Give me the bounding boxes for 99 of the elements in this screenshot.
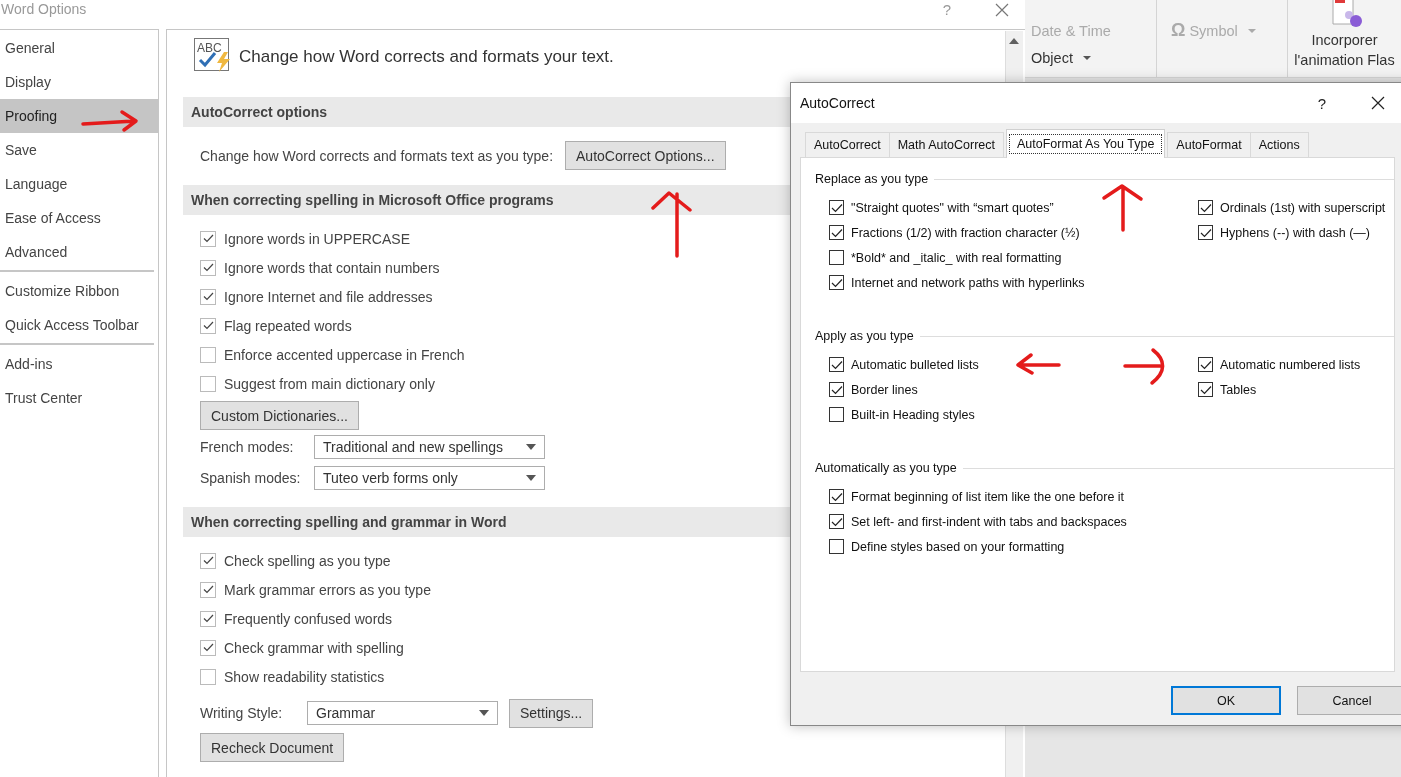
checkbox-label: Automatic numbered lists [1220, 357, 1361, 372]
dropdown-label: Spanish modes: [200, 470, 302, 486]
help-button[interactable]: ? [1317, 94, 1326, 112]
checkbox[interactable] [829, 250, 844, 265]
checkbox-label: Flag repeated words [224, 317, 352, 334]
checkbox[interactable] [1198, 200, 1213, 215]
tab[interactable]: AutoCorrect [805, 132, 890, 157]
checkbox[interactable] [829, 489, 844, 504]
checkbox-label: Ordinals (1st) with superscript [1220, 200, 1386, 215]
checkbox-label: Built-in Heading styles [851, 407, 975, 422]
checkbox[interactable] [1198, 382, 1213, 397]
dropdown-label: French modes: [200, 439, 295, 455]
checkbox[interactable] [200, 552, 216, 569]
ribbon-button[interactable]: Object [1031, 44, 1091, 71]
annotation-arrow [1102, 184, 1143, 232]
checkbox-label: *Bold* and _italic_ with real formatting [851, 250, 1062, 265]
dropdown[interactable]: Traditional and new spellings [314, 435, 545, 459]
checkbox[interactable] [200, 259, 216, 276]
checkbox[interactable] [829, 225, 844, 240]
checkbox-label: Enforce accented uppercase in French [224, 346, 465, 363]
dropdown-label: Writing Style: [200, 705, 284, 721]
checkbox-label: Format beginning of list item like the one before it [851, 489, 1125, 504]
dropdown[interactable]: Tuteo verb forms only [314, 466, 545, 490]
checkbox-label: Hyphens (--) with dash (—) [1220, 225, 1371, 240]
checkbox-label: Tables [1220, 382, 1257, 397]
checkbox-label: Suggest from main dictionary only [224, 375, 435, 392]
action-button[interactable]: Recheck Document [200, 733, 345, 762]
caret-icon [479, 710, 489, 716]
annotation-arrow [651, 191, 692, 258]
checkbox[interactable] [829, 382, 844, 397]
checkbox[interactable] [200, 230, 216, 247]
tab[interactable]: AutoFormat [1167, 132, 1251, 157]
dialog-button[interactable]: OK [1171, 686, 1281, 715]
checkbox[interactable] [200, 375, 216, 392]
sidebar-item[interactable]: General [0, 31, 158, 65]
tab[interactable]: AutoFormat As You Type [1005, 129, 1166, 158]
group-label: Apply as you type [815, 329, 914, 343]
sidebar-item[interactable]: Add-ins [0, 347, 158, 381]
annotation-arrow [1123, 348, 1165, 385]
close-icon[interactable] [1371, 96, 1385, 110]
checkbox[interactable] [1198, 225, 1213, 240]
checkbox[interactable] [200, 581, 216, 598]
checkbox-label: Border lines [851, 382, 918, 397]
tab[interactable]: Math AutoCorrect [888, 132, 1004, 157]
group-label: Replace as you type [815, 172, 929, 186]
checkbox[interactable] [200, 639, 216, 656]
sidebar-item[interactable]: Trust Center [0, 381, 158, 415]
caret-icon [526, 475, 536, 481]
sidebar-item[interactable]: Save [0, 133, 158, 167]
sidebar-item[interactable]: Language [0, 167, 158, 201]
checkbox[interactable] [200, 346, 216, 363]
checkbox-label: Internet and network paths with hyperlinks [851, 275, 1085, 290]
caret-icon [1082, 55, 1091, 60]
tab[interactable]: Actions [1249, 132, 1309, 157]
checkbox-label: Ignore Internet and file addresses [224, 288, 433, 305]
action-button[interactable]: Custom Dictionaries... [200, 401, 359, 430]
dropdown[interactable]: Grammar [307, 701, 498, 725]
dialog-title: AutoCorrect [800, 95, 876, 111]
sidebar-item[interactable]: Proofing [0, 99, 158, 133]
sidebar-item[interactable]: Display [0, 65, 158, 99]
checkbox-label: Frequently confused words [224, 610, 393, 627]
checkbox[interactable] [829, 275, 844, 290]
checkbox-label: Define styles based on your formatting [851, 539, 1065, 554]
checkbox[interactable] [1198, 357, 1213, 372]
sidebar-item[interactable]: Advanced [0, 235, 158, 269]
checkbox-label: Ignore words in UPPERCASE [224, 230, 410, 247]
spelling-check-icon: ABC [194, 38, 232, 74]
window-title: Word Options [1, 1, 87, 17]
dialog-button[interactable]: Cancel [1297, 686, 1401, 715]
caret-icon [1247, 28, 1256, 33]
checkbox[interactable] [829, 357, 844, 372]
page-heading: Change how Word corrects and formats your text. [239, 47, 614, 67]
checkbox-label: Mark grammar errors as you type [224, 581, 431, 598]
autocorrect-options-button[interactable]: AutoCorrect Options... [565, 141, 726, 170]
checkbox[interactable] [200, 317, 216, 334]
checkbox[interactable] [829, 407, 844, 422]
option-label: Change how Word corrects and formats text as you type: [200, 147, 554, 164]
annotation-arrow [81, 110, 138, 132]
scroll-up-icon[interactable] [1009, 38, 1019, 44]
annotation-arrow [1016, 353, 1061, 375]
checkbox[interactable] [200, 288, 216, 305]
checkbox[interactable] [200, 668, 216, 685]
checkbox[interactable] [829, 514, 844, 529]
settings-button[interactable]: Settings... [509, 698, 594, 728]
checkbox-label: Automatic bulleted lists [851, 357, 979, 372]
ribbon-large-button[interactable]: Incorporer l'animation Flas [1294, 30, 1395, 70]
checkbox-label: Check grammar with spelling [224, 639, 404, 656]
group-label: Automatically as you type [815, 461, 957, 475]
checkbox-label: Fractions (1/2) with fraction character (½) [851, 225, 1080, 240]
checkbox[interactable] [829, 539, 844, 554]
caret-icon [526, 444, 536, 450]
sidebar-item[interactable]: Customize Ribbon [0, 274, 158, 308]
checkbox[interactable] [200, 610, 216, 627]
checkbox[interactable] [829, 200, 844, 215]
sidebar-item[interactable]: Ease of Access [0, 201, 158, 235]
checkbox-label: Show readability statistics [224, 668, 385, 685]
checkbox-label: Ignore words that contain numbers [224, 259, 440, 276]
sidebar-item[interactable]: Quick Access Toolbar [0, 308, 158, 342]
checkbox-label: Check spelling as you type [224, 552, 391, 569]
